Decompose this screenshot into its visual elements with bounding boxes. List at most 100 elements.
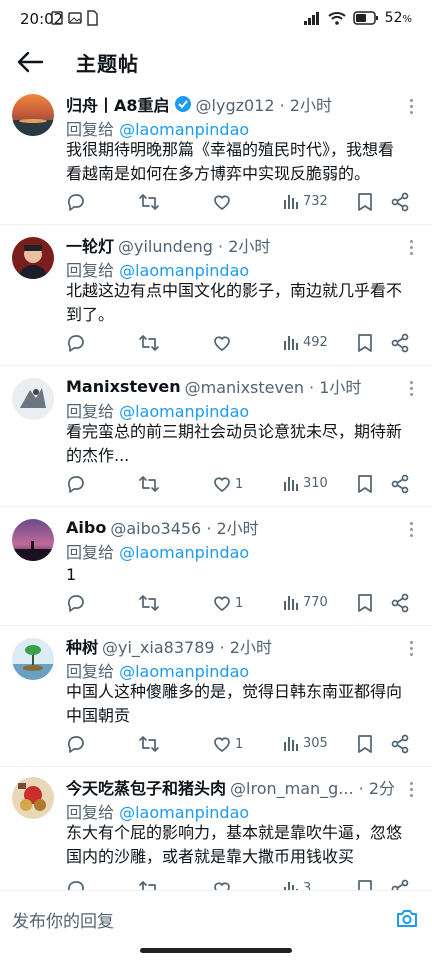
reply-post[interactable]: 一轮灯 @yilundeng · 2小时 回复给 @laomanpindao 北… — [0, 225, 432, 366]
share-icon — [390, 593, 410, 613]
camera-icon[interactable] — [396, 907, 418, 929]
reply-to-link[interactable]: @laomanpindao — [119, 662, 249, 681]
text-line: 国内的沙雕，或者就是靠大撒币用钱收买 — [66, 847, 355, 866]
views-button[interactable]: 770 — [282, 593, 328, 611]
bookmark-button[interactable] — [356, 192, 374, 212]
views-button[interactable]: 305 — [282, 734, 328, 752]
retweet-button[interactable] — [138, 879, 160, 890]
display-name[interactable]: Aibo — [66, 518, 106, 537]
views-icon — [282, 593, 300, 611]
reply-input[interactable]: 发布你的回复 — [12, 907, 114, 932]
retweet-button[interactable] — [138, 734, 160, 754]
share-button[interactable] — [390, 192, 410, 212]
comment-icon — [66, 593, 86, 613]
share-button[interactable] — [390, 474, 410, 494]
like-button[interactable]: 1 — [212, 593, 243, 613]
reply-prefix: 回复给 — [66, 662, 120, 681]
comment-button[interactable] — [66, 879, 86, 890]
views-button[interactable]: 310 — [282, 474, 328, 492]
like-button[interactable] — [212, 879, 235, 890]
more-options-icon[interactable] — [410, 638, 414, 659]
like-button[interactable]: 1 — [212, 734, 243, 754]
share-button[interactable] — [390, 593, 410, 613]
display-name[interactable]: 一轮灯 — [66, 233, 114, 257]
share-icon — [390, 734, 410, 754]
text-line: 我很期待明晚那篇《幸福的殖民时代》，我想看 — [66, 140, 395, 159]
retweet-button[interactable] — [138, 192, 160, 212]
avatar[interactable] — [12, 777, 54, 819]
post-meta: Aibo @aibo3456 · 2小时 — [66, 515, 259, 539]
action-bar: 3 — [66, 879, 416, 890]
reply-feed[interactable]: 归舟丨A8重启 @lygz012 · 2小时 回复给 @laomanpindao… — [0, 86, 432, 890]
like-button[interactable]: 1 — [212, 474, 243, 494]
comment-icon — [66, 734, 86, 754]
comment-icon — [66, 474, 86, 494]
comment-button[interactable] — [66, 593, 86, 613]
reply-to-link[interactable]: @laomanpindao — [119, 803, 249, 822]
avatar[interactable] — [12, 237, 54, 279]
retweet-button[interactable] — [138, 593, 160, 613]
bookmark-button[interactable] — [356, 593, 374, 613]
bookmark-button[interactable] — [356, 333, 374, 353]
reply-post[interactable]: 今天吃蒸包子和猪头肉 @lron_man_g... · 2分 回复给 @laom… — [0, 767, 432, 890]
avatar[interactable] — [12, 94, 54, 136]
more-options-icon[interactable] — [410, 519, 414, 540]
views-button[interactable]: 732 — [282, 192, 328, 210]
view-count: 3 — [303, 880, 312, 891]
replying-to: 回复给 @laomanpindao — [66, 799, 249, 823]
retweet-button[interactable] — [138, 333, 160, 353]
text-line: 1 — [66, 565, 77, 584]
display-name[interactable]: 种树 — [66, 634, 98, 658]
reply-to-link[interactable]: @laomanpindao — [119, 261, 249, 280]
like-button[interactable] — [212, 333, 235, 353]
share-button[interactable] — [390, 879, 410, 890]
text-line: 中国朝贡 — [66, 706, 131, 725]
reply-post[interactable]: 归舟丨A8重启 @lygz012 · 2小时 回复给 @laomanpindao… — [0, 86, 432, 225]
views-button[interactable]: 492 — [282, 333, 328, 351]
like-button[interactable] — [212, 192, 235, 212]
views-button[interactable]: 3 — [282, 879, 311, 890]
reply-post[interactable]: 种树 @yi_xia83789 · 2小时 回复给 @laomanpindao … — [0, 626, 432, 767]
comment-button[interactable] — [66, 734, 86, 754]
bookmark-button[interactable] — [356, 734, 374, 754]
avatar[interactable] — [12, 378, 54, 420]
views-icon — [282, 734, 300, 752]
like-icon — [212, 734, 232, 754]
share-button[interactable] — [390, 734, 410, 754]
view-count: 492 — [303, 334, 328, 350]
bookmark-icon — [356, 879, 374, 890]
reply-to-link[interactable]: @laomanpindao — [119, 120, 249, 139]
reply-post[interactable]: Manixsteven @manixsteven · 1小时 回复给 @laom… — [0, 366, 432, 507]
avatar[interactable] — [12, 638, 54, 680]
more-options-icon[interactable] — [410, 779, 414, 800]
comment-icon — [66, 333, 86, 353]
share-icon — [390, 474, 410, 494]
share-button[interactable] — [390, 333, 410, 353]
verified-badge-icon — [174, 96, 191, 112]
more-options-icon[interactable] — [410, 237, 414, 258]
more-options-icon[interactable] — [410, 96, 414, 117]
comment-button[interactable] — [66, 474, 86, 494]
back-arrow-icon[interactable] — [16, 50, 44, 74]
bookmark-button[interactable] — [356, 474, 374, 494]
home-indicator[interactable] — [140, 948, 292, 953]
comment-button[interactable] — [66, 192, 86, 212]
text-line: 中国人这种傻雕多的是，觉得日韩东南亚都得向 — [66, 682, 403, 701]
action-bar: 732 — [66, 192, 416, 214]
retweet-icon — [138, 474, 160, 494]
avatar[interactable] — [12, 519, 54, 561]
reply-prefix: 回复给 — [66, 120, 120, 139]
display-name[interactable]: 今天吃蒸包子和猪头肉 — [66, 775, 226, 799]
bookmark-button[interactable] — [356, 879, 374, 890]
more-options-icon[interactable] — [410, 378, 414, 399]
reply-to-link[interactable]: @laomanpindao — [119, 543, 249, 562]
retweet-button[interactable] — [138, 474, 160, 494]
display-name[interactable]: Manixsteven — [66, 377, 181, 396]
status-right: 52% — [303, 10, 412, 26]
reply-to-link[interactable]: @laomanpindao — [119, 402, 249, 421]
display-name[interactable]: 归舟丨A8重启 — [66, 92, 170, 116]
wifi-icon — [327, 12, 346, 25]
reply-post[interactable]: Aibo @aibo3456 · 2小时 回复给 @laomanpindao 1… — [0, 507, 432, 626]
comment-button[interactable] — [66, 333, 86, 353]
share-icon — [390, 192, 410, 212]
